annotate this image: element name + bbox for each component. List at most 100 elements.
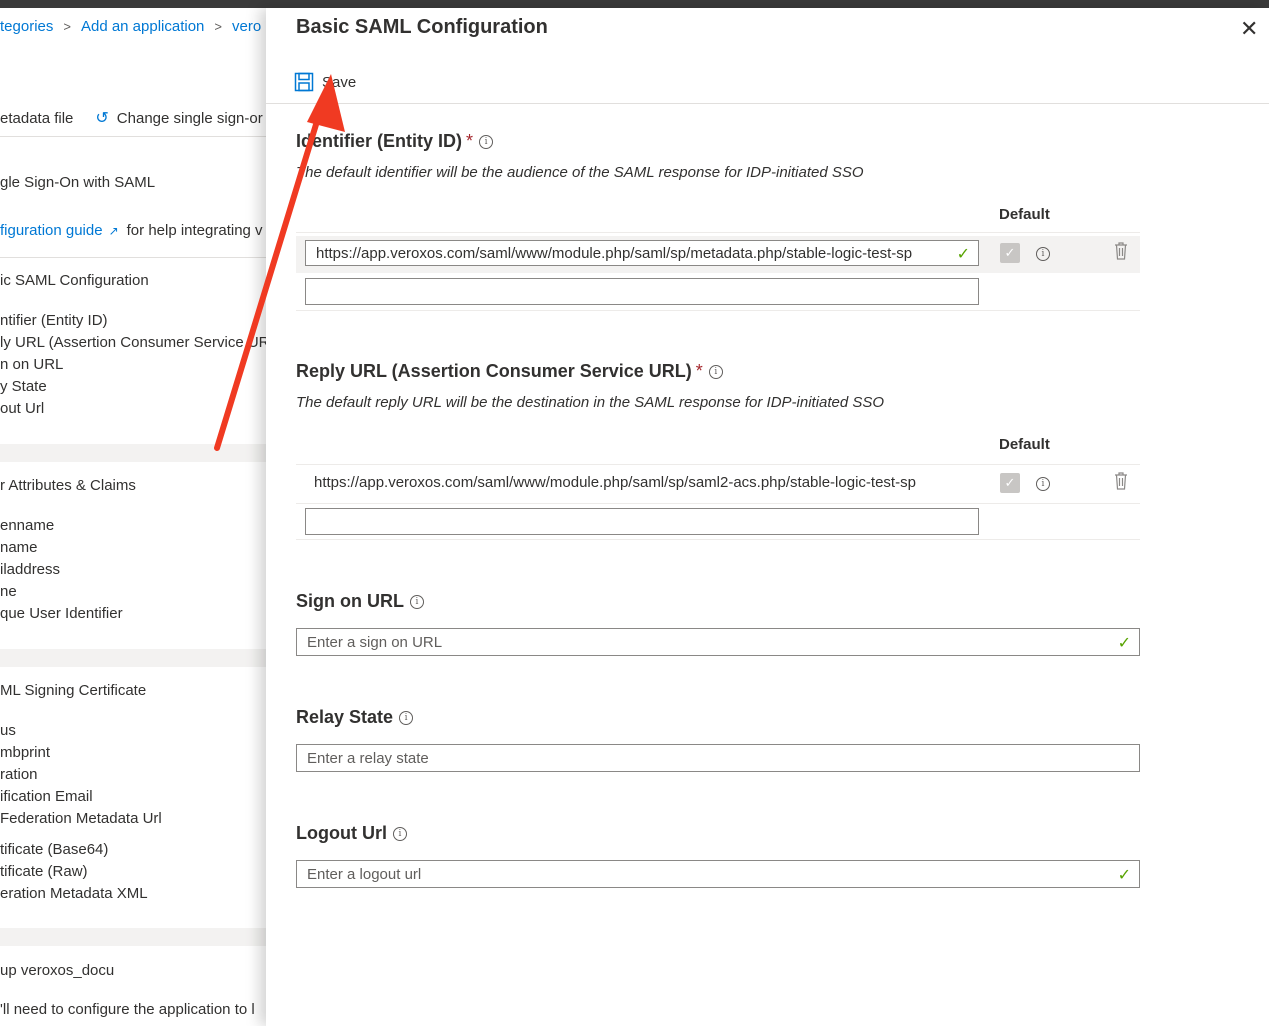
cert-section-title: ML Signing Certificate bbox=[0, 682, 147, 699]
info-icon[interactable]: i bbox=[1036, 247, 1050, 261]
identifier-label: Identifier (Entity ID) * i bbox=[296, 131, 494, 152]
required-marker: * bbox=[466, 131, 474, 151]
default-column-header: Default bbox=[999, 206, 1050, 223]
sign-on-url-label: Sign on URL i bbox=[296, 591, 424, 612]
breadcrumb-item-app[interactable]: vero bbox=[232, 18, 261, 35]
relay-state-placeholder: Enter a relay state bbox=[307, 750, 429, 767]
cert-item: ification Email bbox=[0, 788, 93, 805]
save-label: Save bbox=[322, 73, 357, 91]
info-icon[interactable]: i bbox=[708, 365, 723, 380]
divider bbox=[296, 539, 1140, 540]
info-icon[interactable]: i bbox=[399, 711, 414, 726]
info-icon[interactable]: i bbox=[409, 595, 424, 610]
chevron-right-icon: > bbox=[214, 19, 222, 34]
divider bbox=[296, 503, 1140, 504]
chevron-right-icon: > bbox=[63, 19, 71, 34]
valid-check-icon: ✓ bbox=[1117, 867, 1131, 884]
info-icon[interactable]: i bbox=[392, 827, 407, 842]
basic-saml-section-title: ic SAML Configuration bbox=[0, 272, 149, 289]
breadcrumb-item-categories[interactable]: tegories bbox=[0, 18, 53, 35]
cert-item: ration bbox=[0, 766, 38, 783]
relay-state-input[interactable]: Enter a relay state bbox=[296, 744, 1140, 772]
logout-url-label: Logout Url i bbox=[296, 823, 407, 844]
basic-saml-field: ntifier (Entity ID) bbox=[0, 312, 108, 329]
identifier-label-text: Identifier (Entity ID) bbox=[296, 131, 462, 151]
save-button[interactable]: Save bbox=[294, 72, 356, 92]
identifier-description: The default identifier will be the audie… bbox=[296, 164, 864, 181]
breadcrumb-item-add-application[interactable]: Add an application bbox=[81, 18, 204, 35]
external-link-icon: ↗ bbox=[108, 224, 119, 238]
divider bbox=[296, 464, 1140, 465]
undo-icon: ↺ bbox=[95, 110, 109, 127]
divider bbox=[0, 257, 266, 258]
default-checkbox[interactable]: ✓ bbox=[1000, 473, 1020, 493]
basic-saml-field: y State bbox=[0, 378, 47, 395]
divider bbox=[0, 136, 266, 137]
cert-item: mbprint bbox=[0, 744, 51, 761]
section-gap bbox=[0, 928, 266, 946]
info-icon[interactable]: i bbox=[479, 135, 494, 150]
divider bbox=[296, 310, 1140, 311]
reply-url-value[interactable]: https://app.veroxos.com/saml/www/module.… bbox=[314, 474, 916, 491]
sign-on-url-label-text: Sign on URL bbox=[296, 591, 404, 611]
cert-item: us bbox=[0, 722, 16, 739]
guide-rest-text: for help integrating v bbox=[126, 222, 263, 239]
claim-item: name bbox=[0, 539, 38, 556]
section-gap bbox=[0, 444, 266, 462]
section-gap bbox=[0, 649, 266, 667]
basic-saml-field: ly URL (Assertion Consumer Service URL bbox=[0, 334, 266, 351]
close-icon[interactable]: ✕ bbox=[1240, 16, 1258, 42]
info-icon[interactable]: i bbox=[1036, 477, 1050, 491]
reply-url-description: The default reply URL will be the destin… bbox=[296, 394, 885, 411]
trash-icon[interactable] bbox=[1114, 242, 1128, 260]
relay-state-label-text: Relay State bbox=[296, 707, 394, 727]
sign-on-url-placeholder: Enter a sign on URL bbox=[307, 634, 443, 651]
claim-item: iladdress bbox=[0, 561, 61, 578]
portal-top-bar bbox=[0, 0, 1269, 8]
claims-section-title: r Attributes & Claims bbox=[0, 477, 136, 494]
cert-download[interactable]: eration Metadata XML bbox=[0, 885, 148, 902]
cert-download[interactable]: tificate (Raw) bbox=[0, 863, 88, 880]
sign-on-url-input[interactable]: Enter a sign on URL ✓ bbox=[296, 628, 1140, 656]
reply-url-label-text: Reply URL (Assertion Consumer Service UR… bbox=[296, 361, 692, 381]
identifier-input[interactable]: https://app.veroxos.com/saml/www/module.… bbox=[305, 240, 979, 266]
logout-url-input[interactable]: Enter a logout url ✓ bbox=[296, 860, 1140, 888]
blade-command-bar: etadata file ↺ Change single sign-or bbox=[0, 108, 263, 128]
basic-saml-field: out Url bbox=[0, 400, 45, 417]
reply-url-new-input[interactable] bbox=[305, 508, 979, 535]
blade-heading: gle Sign-On with SAML bbox=[0, 174, 156, 191]
logout-url-placeholder: Enter a logout url bbox=[307, 866, 422, 883]
panel-title: Basic SAML Configuration bbox=[296, 16, 548, 38]
default-checkbox[interactable]: ✓ bbox=[1000, 243, 1020, 263]
divider bbox=[266, 103, 1269, 104]
logout-url-label-text: Logout Url bbox=[296, 823, 387, 843]
cert-download[interactable]: tificate (Base64) bbox=[0, 841, 108, 858]
basic-saml-field: n on URL bbox=[0, 356, 64, 373]
default-column-header: Default bbox=[999, 436, 1050, 453]
cert-item: Federation Metadata Url bbox=[0, 810, 162, 827]
identifier-value: https://app.veroxos.com/saml/www/module.… bbox=[316, 245, 913, 262]
identifier-row: https://app.veroxos.com/saml/www/module.… bbox=[296, 236, 1140, 273]
reply-url-label: Reply URL (Assertion Consumer Service UR… bbox=[296, 361, 723, 382]
configuration-guide-link[interactable]: figuration guide bbox=[0, 222, 103, 239]
claim-item: que User Identifier bbox=[0, 605, 123, 622]
claim-item: enname bbox=[0, 517, 55, 534]
reply-url-row: https://app.veroxos.com/saml/www/module.… bbox=[296, 466, 1140, 503]
divider bbox=[296, 232, 1140, 233]
background-blade: tegories > Add an application > vero etadata… bbox=[0, 8, 266, 1026]
upload-metadata-button[interactable]: etadata file bbox=[0, 110, 73, 127]
save-icon bbox=[294, 72, 314, 92]
change-sso-button[interactable]: Change single sign-or bbox=[117, 110, 263, 127]
setup-section-title: up veroxos_docu bbox=[0, 962, 115, 979]
identifier-new-input[interactable] bbox=[305, 278, 979, 305]
setup-text: 'll need to configure the application to… bbox=[0, 1001, 255, 1018]
claim-item: ne bbox=[0, 583, 17, 600]
guide-text: figuration guide ↗ for help integrating v bbox=[0, 222, 263, 239]
valid-check-icon: ✓ bbox=[1117, 635, 1131, 652]
required-marker: * bbox=[695, 361, 703, 381]
trash-icon[interactable] bbox=[1114, 472, 1128, 490]
relay-state-label: Relay State i bbox=[296, 707, 414, 728]
breadcrumb: tegories > Add an application > vero bbox=[0, 18, 261, 35]
valid-check-icon: ✓ bbox=[956, 246, 970, 263]
basic-saml-config-panel: Basic SAML Configuration ✕ Save Identifi… bbox=[266, 8, 1269, 1026]
